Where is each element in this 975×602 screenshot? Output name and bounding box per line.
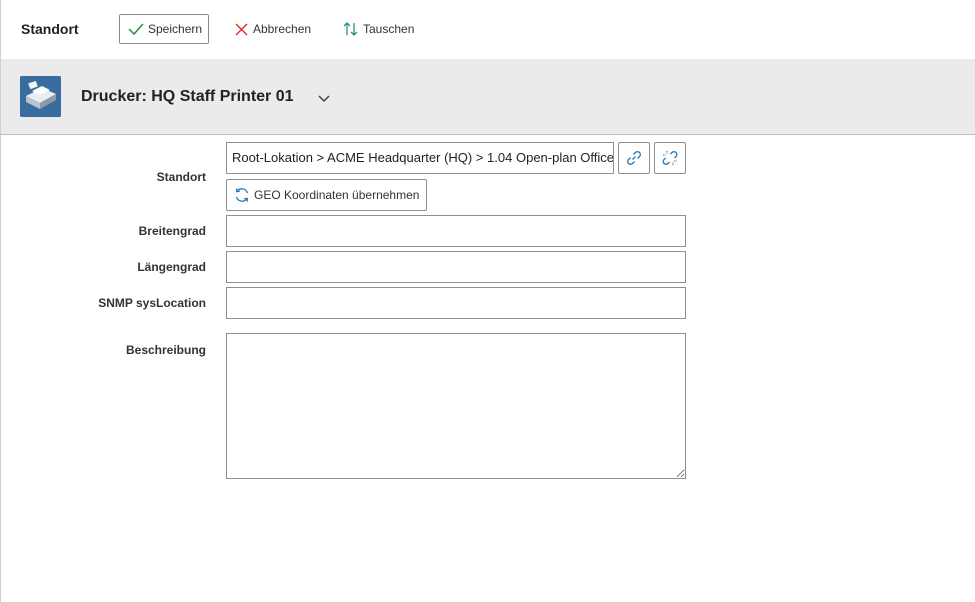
swap-arrows-icon bbox=[343, 22, 358, 36]
snmp-syslocation-label: SNMP sysLocation bbox=[98, 296, 206, 310]
breitengrad-label: Breitengrad bbox=[138, 224, 206, 238]
chevron-down-icon[interactable] bbox=[318, 90, 330, 108]
unlink-icon bbox=[662, 151, 678, 165]
standort-location-field[interactable]: Root-Lokation > ACME Headquarter (HQ) > … bbox=[226, 142, 614, 174]
printer-icon bbox=[20, 76, 61, 117]
cancel-button[interactable]: Abbrechen bbox=[234, 14, 311, 44]
geo-button-label: GEO Koordinaten übernehmen bbox=[254, 188, 420, 202]
beschreibung-label: Beschreibung bbox=[125, 343, 206, 357]
snmp-syslocation-input[interactable] bbox=[226, 287, 686, 319]
x-icon bbox=[235, 23, 248, 35]
standort-label: Standort bbox=[156, 170, 206, 184]
refresh-icon bbox=[235, 188, 249, 202]
link-icon bbox=[627, 151, 641, 165]
toolbar: Standort Speichern Abbrechen Tauschen bbox=[1, 0, 975, 60]
checkmark-icon bbox=[128, 23, 144, 36]
swap-button[interactable]: Tauschen bbox=[343, 14, 414, 44]
object-header: Drucker: HQ Staff Printer 01 bbox=[1, 59, 975, 135]
breitengrad-input[interactable] bbox=[226, 215, 686, 247]
link-location-button[interactable] bbox=[618, 142, 650, 174]
cancel-button-label: Abbrechen bbox=[253, 22, 312, 36]
save-button-label: Speichern bbox=[148, 22, 203, 36]
laengengrad-label: Längengrad bbox=[137, 260, 206, 274]
swap-button-label: Tauschen bbox=[363, 22, 415, 36]
toolbar-title: Standort bbox=[21, 21, 79, 37]
object-title: Drucker: HQ Staff Printer 01 bbox=[81, 88, 294, 105]
beschreibung-textarea[interactable] bbox=[226, 333, 686, 479]
save-button[interactable]: Speichern bbox=[119, 14, 209, 44]
laengengrad-input[interactable] bbox=[226, 251, 686, 283]
unlink-location-button[interactable] bbox=[654, 142, 686, 174]
geo-coordinates-button[interactable]: GEO Koordinaten übernehmen bbox=[226, 179, 427, 211]
